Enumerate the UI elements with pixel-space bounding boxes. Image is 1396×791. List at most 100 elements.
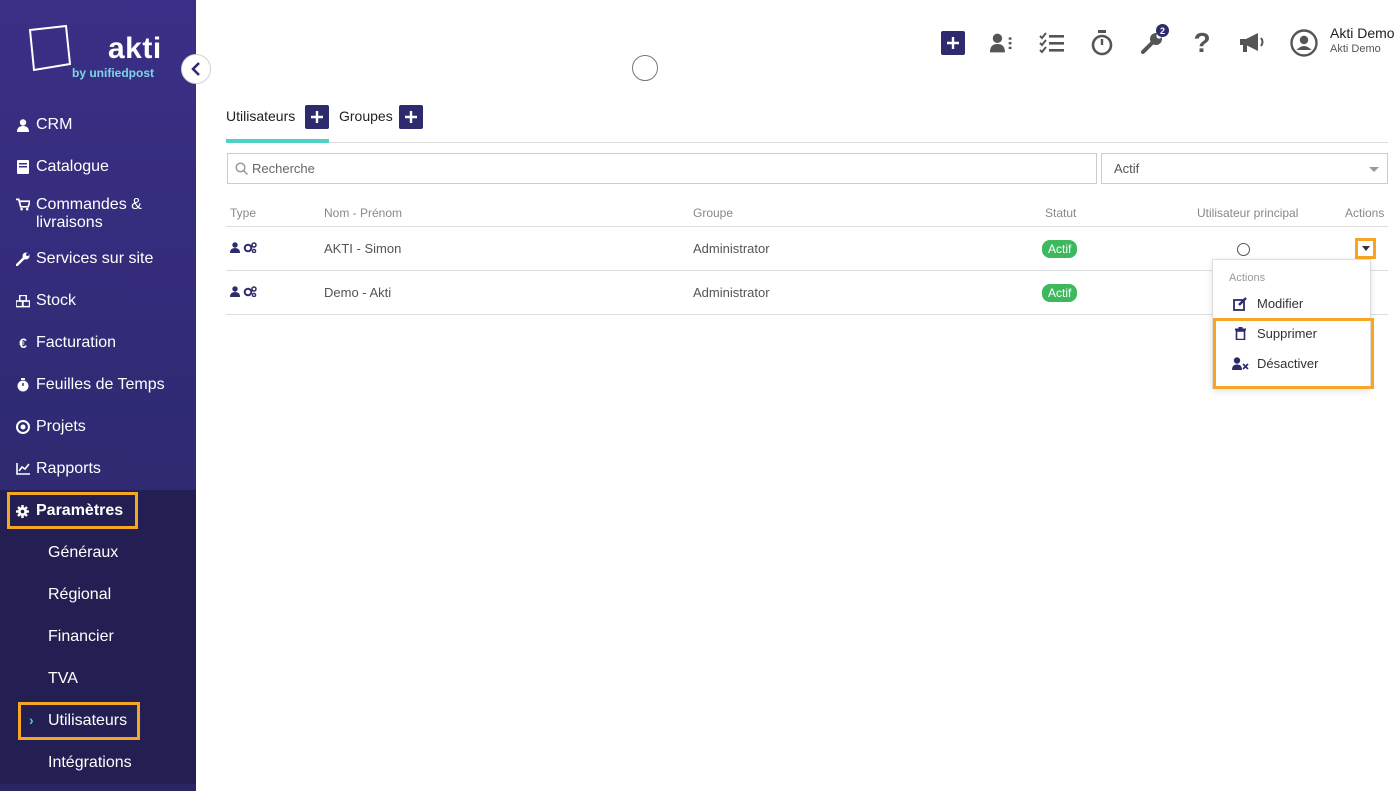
caret-down-icon (1369, 167, 1379, 172)
sidebar-subitem-label: Généraux (48, 544, 119, 561)
user-x-icon (1231, 357, 1249, 370)
status-filter-select[interactable]: Actif (1101, 153, 1388, 184)
chevron-right-icon: › (29, 712, 34, 728)
column-header-name[interactable]: Nom - Prénom (324, 206, 402, 220)
search-box (227, 153, 1097, 184)
column-header-type[interactable]: Type (230, 206, 256, 220)
user-menu-button[interactable] (1289, 28, 1319, 58)
sidebar-menu: CRM Catalogue Commandes & livraisons Serv… (0, 104, 196, 784)
sidebar-subitem-label: Régional (48, 586, 112, 603)
euro-icon: € (19, 335, 27, 351)
sidebar-subitem-regional[interactable]: Régional (0, 574, 196, 616)
question-icon: ? (1193, 27, 1211, 58)
chevron-left-icon (191, 62, 200, 76)
sidebar-item-label: Commandes & (36, 196, 142, 213)
sidebar-item-label: Projets (36, 418, 86, 435)
avatar-icon (1290, 29, 1318, 57)
plus-icon (941, 31, 965, 55)
sidebar-subitem-label: Financier (48, 628, 114, 645)
sidebar-item-label: CRM (36, 116, 73, 133)
service-requests-button[interactable]: 2 (1137, 24, 1169, 58)
target-icon (16, 420, 30, 434)
sidebar-item-parametres[interactable]: Paramètres (0, 490, 196, 532)
tab-groupes[interactable]: Groupes (339, 108, 393, 124)
sidebar-item-commandes[interactable]: Commandes & livraisons (0, 188, 196, 238)
stopwatch-icon (1091, 30, 1113, 56)
actions-dropdown: Actions Modifier Supprimer Désactiver (1212, 259, 1374, 389)
search-input[interactable] (252, 154, 1092, 183)
book-icon (16, 160, 30, 174)
help-button[interactable]: ? (1187, 27, 1217, 58)
sidebar-item-label: Catalogue (36, 158, 109, 175)
delete-action-label: Supprimer (1257, 326, 1317, 341)
timer-button[interactable] (1087, 28, 1117, 58)
user-icon (230, 242, 240, 253)
quick-add-button[interactable] (938, 28, 968, 58)
contacts-button[interactable] (989, 28, 1019, 58)
add-user-button[interactable] (305, 105, 329, 129)
sidebar-item-stock[interactable]: Stock (0, 280, 196, 322)
cart-icon (16, 198, 30, 211)
tabs-bar: Utilisateurs Groupes (226, 100, 1388, 143)
sidebar-subitem-integrations[interactable]: Intégrations (0, 742, 196, 784)
status-badge: Actif (1042, 284, 1078, 302)
column-header-status[interactable]: Statut (1045, 206, 1076, 220)
sidebar-subitem-label: TVA (48, 670, 78, 687)
status-badge: Actif (1042, 240, 1078, 258)
user-company: Akti Demo (1330, 43, 1381, 55)
sidebar-item-facturation[interactable]: € Facturation (0, 322, 196, 364)
gears-icon (243, 242, 257, 253)
settings-submenu: Généraux Régional Financier TVA › Utilis… (0, 532, 196, 784)
highlight-box (18, 702, 140, 740)
modify-action[interactable]: Modifier (1231, 296, 1303, 311)
column-header-main-user[interactable]: Utilisateur principal (1197, 206, 1298, 220)
add-group-button[interactable] (399, 105, 423, 129)
loading-spinner (632, 55, 658, 81)
brand-tagline: by unifiedpost (72, 66, 154, 80)
sidebar-item-label: Rapports (36, 460, 101, 477)
row-actions-button[interactable] (1355, 238, 1376, 259)
highlight-box (7, 492, 138, 529)
sidebar-item-projets[interactable]: Projets (0, 406, 196, 448)
sidebar-item-rapports[interactable]: Rapports (0, 448, 196, 490)
sidebar-collapse-button[interactable] (181, 54, 211, 84)
plus-icon (405, 111, 417, 123)
column-header-actions: Actions (1345, 206, 1385, 220)
boxes-icon (16, 294, 30, 308)
sidebar-item-label: Services sur site (36, 250, 154, 267)
sidebar-item-label: Feuilles de Temps (36, 376, 165, 393)
notification-badge: 2 (1156, 24, 1169, 37)
modify-action-label: Modifier (1257, 296, 1304, 311)
deactivate-action[interactable]: Désactiver (1231, 356, 1318, 371)
sidebar-subitem-utilisateurs[interactable]: › Utilisateurs (0, 700, 196, 742)
sidebar-item-label: Stock (36, 292, 77, 309)
sidebar-item-feuilles[interactable]: Feuilles de Temps (0, 364, 196, 406)
user-icon (230, 286, 240, 297)
delete-action[interactable]: Supprimer (1231, 326, 1317, 341)
announcements-button[interactable] (1237, 28, 1267, 58)
sidebar-item-services[interactable]: Services sur site (0, 238, 196, 280)
group-cell: Administrator (693, 285, 770, 300)
plus-icon (311, 111, 323, 123)
logo[interactable]: akti by unifiedpost (0, 0, 196, 105)
sidebar-subitem-tva[interactable]: TVA (0, 658, 196, 700)
edit-icon (1231, 296, 1249, 311)
sidebar-item-crm[interactable]: CRM (0, 104, 196, 146)
caret-down-icon (1361, 246, 1370, 251)
trash-icon (1231, 327, 1249, 340)
sidebar-subitem-financier[interactable]: Financier (0, 616, 196, 658)
main-user-radio[interactable] (1237, 243, 1250, 256)
search-icon (235, 162, 248, 175)
sidebar-subitem-generaux[interactable]: Généraux (0, 532, 196, 574)
deactivate-action-label: Désactiver (1257, 356, 1319, 371)
brand-name: akti (108, 32, 162, 65)
sidebar-item-label: Facturation (36, 334, 117, 351)
tab-utilisateurs[interactable]: Utilisateurs (226, 108, 295, 124)
stopwatch-icon (16, 378, 30, 392)
sidebar-item-catalogue[interactable]: Catalogue (0, 146, 196, 188)
tasks-button[interactable] (1037, 28, 1067, 58)
user-name[interactable]: Akti Demo (1330, 25, 1395, 41)
wrench-icon (16, 252, 30, 266)
user-name-cell: AKTI - Simon (324, 241, 402, 256)
column-header-group[interactable]: Groupe (693, 206, 733, 220)
